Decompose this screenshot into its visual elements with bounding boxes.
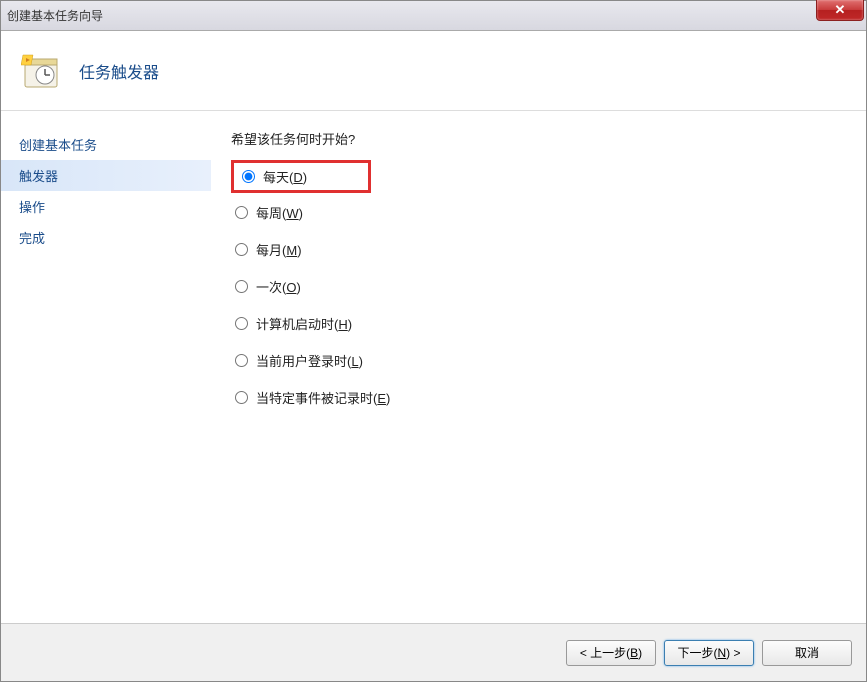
wizard-header: 任务触发器 [1, 31, 866, 111]
trigger-option-w[interactable]: 每周(W) [231, 201, 846, 224]
trigger-radio-l[interactable] [235, 354, 248, 367]
cancel-button[interactable]: 取消 [762, 640, 852, 666]
close-button[interactable]: ✕ [816, 0, 864, 21]
trigger-option-label: 当特定事件被记录时(E) [256, 388, 390, 407]
trigger-radio-m[interactable] [235, 243, 248, 256]
back-button[interactable]: < 上一步(B) [566, 640, 656, 666]
sidebar-item-finish[interactable]: 完成 [1, 222, 211, 253]
trigger-option-label: 计算机启动时(H) [256, 314, 352, 333]
trigger-radio-d[interactable] [242, 170, 255, 183]
next-button[interactable]: 下一步(N) > [664, 640, 754, 666]
sidebar-item-label: 创建基本任务 [19, 138, 97, 153]
trigger-option-o[interactable]: 一次(O) [231, 275, 846, 298]
page-title: 任务触发器 [79, 59, 159, 83]
trigger-option-e[interactable]: 当特定事件被记录时(E) [231, 386, 846, 409]
close-icon: ✕ [835, 2, 846, 18]
titlebar-title: 创建基本任务向导 [7, 7, 103, 24]
cancel-button-label: 取消 [795, 644, 819, 661]
sidebar-item-label: 操作 [19, 200, 45, 215]
wizard-window: 创建基本任务向导 ✕ 任务触发器 创建基本任务 触发器 [0, 0, 867, 682]
trigger-radio-e[interactable] [235, 391, 248, 404]
back-button-label: < 上一步(B) [580, 644, 642, 661]
trigger-option-d[interactable]: 每天(D) [231, 160, 371, 193]
trigger-option-label: 一次(O) [256, 277, 301, 296]
sidebar-item-trigger[interactable]: 触发器 [1, 160, 211, 191]
trigger-option-label: 每天(D) [263, 167, 307, 186]
trigger-option-label: 每周(W) [256, 203, 303, 222]
wizard-content: 创建基本任务 触发器 操作 完成 希望该任务何时开始? 每天(D) 每周(W) 每月… [1, 111, 866, 623]
sidebar-item-label: 完成 [19, 231, 45, 246]
trigger-option-label: 每月(M) [256, 240, 302, 259]
trigger-question-label: 希望该任务何时开始? [231, 129, 846, 148]
next-button-label: 下一步(N) > [677, 644, 740, 661]
trigger-radio-h[interactable] [235, 317, 248, 330]
trigger-option-l[interactable]: 当前用户登录时(L) [231, 349, 846, 372]
main-panel: 希望该任务何时开始? 每天(D) 每周(W) 每月(M) 一次(O) 计算机启动时(H)… [211, 111, 866, 623]
trigger-option-h[interactable]: 计算机启动时(H) [231, 312, 846, 335]
task-scheduler-icon [21, 51, 61, 91]
trigger-radio-o[interactable] [235, 280, 248, 293]
sidebar-item-create-task[interactable]: 创建基本任务 [1, 129, 211, 160]
trigger-radio-group: 每天(D) 每周(W) 每月(M) 一次(O) 计算机启动时(H) 当前用户登录时(L) 当… [231, 166, 846, 409]
sidebar-item-action[interactable]: 操作 [1, 191, 211, 222]
trigger-option-label: 当前用户登录时(L) [256, 351, 363, 370]
wizard-footer: < 上一步(B) 下一步(N) > 取消 [1, 623, 866, 681]
titlebar: 创建基本任务向导 ✕ [1, 1, 866, 31]
sidebar: 创建基本任务 触发器 操作 完成 [1, 111, 211, 623]
sidebar-item-label: 触发器 [19, 169, 58, 184]
trigger-radio-w[interactable] [235, 206, 248, 219]
trigger-option-m[interactable]: 每月(M) [231, 238, 846, 261]
